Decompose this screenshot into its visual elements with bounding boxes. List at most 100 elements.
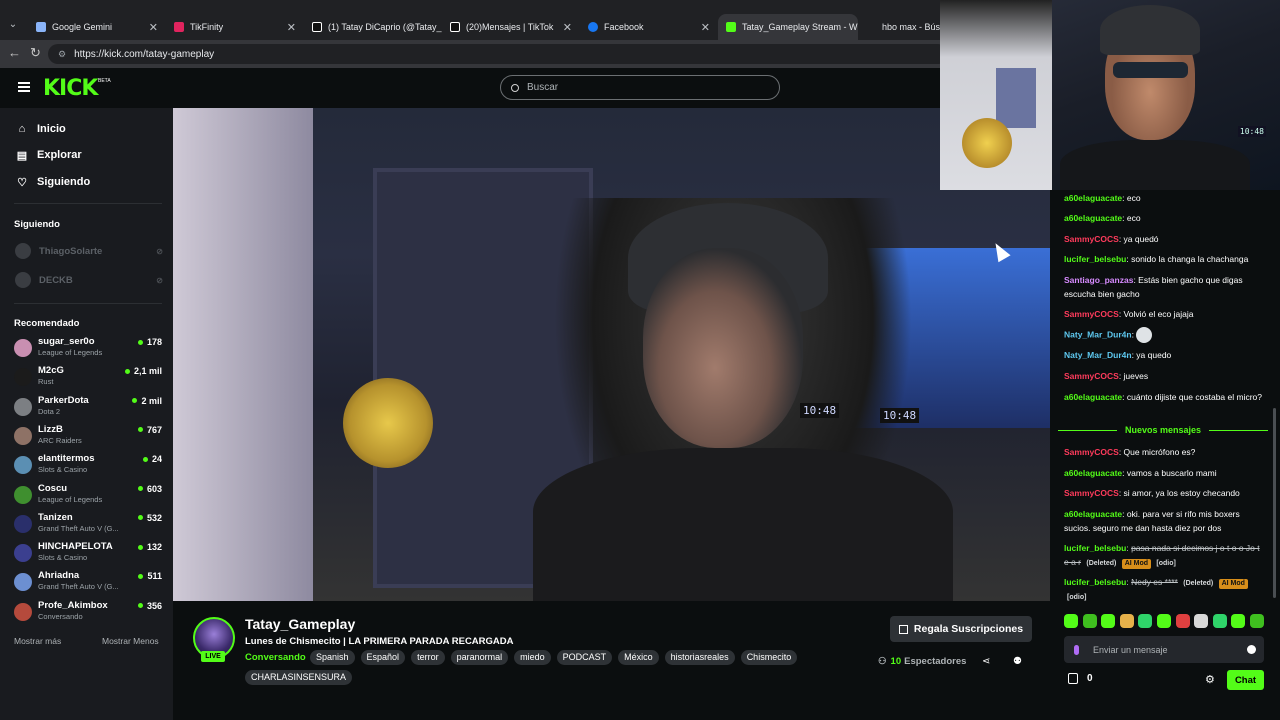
chat-username[interactable]: Naty_Mar_Dur4n bbox=[1064, 329, 1132, 339]
stream-tag[interactable]: historiasreales bbox=[664, 650, 735, 665]
stream-tag[interactable]: Spanish bbox=[310, 650, 355, 665]
tab-label: TikFinity bbox=[190, 22, 224, 32]
emote-icon[interactable] bbox=[1156, 614, 1171, 628]
recommended-item[interactable]: Profe_Akimbox Conversando 356 bbox=[14, 600, 162, 624]
recommended-item[interactable]: Ahriadna Grand Theft Auto V (G... 511 bbox=[14, 570, 162, 594]
recommended-item[interactable]: elantitermos Slots & Casino 24 bbox=[14, 453, 162, 477]
recommended-item[interactable]: sugar_ser0o League of Legends 178 bbox=[14, 336, 162, 360]
emote-icon[interactable] bbox=[1119, 614, 1134, 628]
tab-tikfinity[interactable]: TikFinity ✕ bbox=[166, 14, 304, 40]
kick-logo[interactable]: KICK bbox=[43, 76, 98, 101]
channel-points[interactable]: 0 bbox=[1068, 673, 1093, 684]
recommended-item[interactable]: ParkerDota Dota 2 2 mil bbox=[14, 395, 162, 419]
close-icon[interactable]: ✕ bbox=[695, 21, 710, 34]
show-less-link[interactable]: Mostrar Menos bbox=[102, 636, 159, 646]
emote-icon[interactable] bbox=[1249, 614, 1264, 628]
following-item[interactable]: ThiagoSolarte ⊘ bbox=[15, 243, 163, 259]
close-icon[interactable]: ✕ bbox=[143, 21, 158, 34]
recommended-item[interactable]: HINCHAPELOTA Slots & Casino 132 bbox=[14, 541, 162, 565]
stream-tag[interactable]: CHARLASINSENSURA bbox=[245, 670, 353, 685]
chat-username[interactable]: Naty_Mar_Dur4n bbox=[1064, 350, 1132, 360]
share-icon[interactable]: ⋖ bbox=[982, 656, 990, 667]
tab-hbo-search[interactable]: hbo max - Búsque bbox=[858, 14, 942, 40]
chat-username[interactable]: SammyCOCS bbox=[1064, 447, 1119, 457]
stream-tag[interactable]: terror bbox=[411, 650, 445, 665]
chat-username[interactable]: lucifer_belsebu bbox=[1064, 543, 1126, 553]
sidebar-item-explorar[interactable]: ▤ Explorar bbox=[16, 147, 82, 163]
chat-scrollbar[interactable] bbox=[1273, 408, 1276, 598]
site-info-icon[interactable]: ⚙ bbox=[58, 49, 66, 60]
chat-settings-icon[interactable]: ⚙ bbox=[1205, 673, 1215, 686]
emote-icon[interactable] bbox=[1101, 614, 1116, 628]
chat-username[interactable]: SammyCOCS bbox=[1064, 371, 1119, 381]
emote-icon[interactable] bbox=[1175, 614, 1190, 628]
close-icon[interactable]: ✕ bbox=[557, 21, 572, 34]
tab-label: (20)Mensajes | TikTok bbox=[466, 22, 554, 32]
video-streamer-face bbox=[643, 248, 803, 448]
chat-username[interactable]: SammyCOCS bbox=[1064, 309, 1119, 319]
stream-tag[interactable]: miedo bbox=[514, 650, 551, 665]
chat-send-button[interactable]: Chat bbox=[1227, 670, 1264, 690]
search-input[interactable]: Buscar bbox=[500, 75, 780, 100]
tab-google-gemini[interactable]: Google Gemini ✕ bbox=[28, 14, 166, 40]
microphone-icon[interactable] bbox=[1074, 644, 1079, 655]
channel-name[interactable]: Tatay_Gameplay bbox=[245, 616, 355, 632]
chat-username[interactable]: Santiago_panzas bbox=[1064, 275, 1133, 285]
emote-icon[interactable] bbox=[1138, 614, 1153, 628]
sidebar-item-siguiendo[interactable]: ♡ Siguiendo bbox=[16, 174, 90, 190]
recommended-item[interactable]: LizzB ARC Raiders 767 bbox=[14, 424, 162, 448]
url-field[interactable]: ⚙ https://kick.com/tatay-gameplay bbox=[48, 44, 948, 64]
follow-user-icon[interactable]: ⚉ bbox=[1013, 656, 1022, 667]
emote-icon[interactable] bbox=[1082, 614, 1097, 628]
chat-username[interactable]: SammyCOCS bbox=[1064, 234, 1119, 244]
stream-tag[interactable]: PODCAST bbox=[556, 650, 613, 665]
chat-username[interactable]: a60elaguacate bbox=[1064, 509, 1122, 519]
tab-kick-stream[interactable]: Tatay_Gameplay Stream - W ✕ bbox=[718, 14, 858, 40]
tab-tiktok[interactable]: (20)Mensajes | TikTok ✕ bbox=[442, 14, 580, 40]
stream-tag[interactable]: paranormal bbox=[450, 650, 509, 665]
stream-tag[interactable]: Español bbox=[360, 650, 406, 665]
recommended-item[interactable]: M2cG Rust 2,1 mil bbox=[14, 365, 162, 389]
chat-username[interactable]: a60elaguacate bbox=[1064, 213, 1122, 223]
tab-facebook[interactable]: Facebook ✕ bbox=[580, 14, 718, 40]
webcam-poster bbox=[996, 68, 1036, 128]
chat-username[interactable]: lucifer_belsebu bbox=[1064, 577, 1126, 587]
chat-username[interactable]: a60elaguacate bbox=[1064, 392, 1122, 402]
show-more-link[interactable]: Mostrar más bbox=[14, 636, 61, 646]
chat-message: SammyCOCS: jueves bbox=[1064, 371, 1149, 381]
recommended-item[interactable]: Tanizen Grand Theft Auto V (G... 532 bbox=[14, 512, 162, 536]
chat-input[interactable]: Enviar un mensaje bbox=[1064, 636, 1264, 663]
search-icon bbox=[511, 83, 519, 92]
sidebar-item-inicio[interactable]: ⌂ Inicio bbox=[16, 121, 66, 137]
menu-icon[interactable] bbox=[18, 82, 30, 92]
emote-icon[interactable] bbox=[1194, 614, 1209, 628]
recommended-name: Coscu bbox=[38, 482, 68, 494]
recommended-game: League of Legends bbox=[38, 494, 103, 504]
recommended-item[interactable]: Coscu League of Legends 603 bbox=[14, 483, 162, 507]
recommended-name: ParkerDota bbox=[38, 394, 89, 406]
nav-label: Siguiendo bbox=[37, 176, 91, 188]
chat-username[interactable]: a60elaguacate bbox=[1064, 193, 1122, 203]
stream-tag[interactable]: México bbox=[618, 650, 659, 665]
back-icon[interactable]: ← bbox=[8, 45, 21, 60]
chat-username[interactable]: a60elaguacate bbox=[1064, 468, 1122, 478]
tab-search-icon[interactable]: ⌄ bbox=[6, 19, 20, 33]
chat-username[interactable]: lucifer_belsebu bbox=[1064, 254, 1126, 264]
recommended-name: Profe_Akimbox bbox=[38, 599, 108, 611]
emote-icon[interactable] bbox=[1212, 614, 1227, 628]
reload-icon[interactable]: ↻ bbox=[30, 45, 41, 61]
recommended-viewers: 132 bbox=[137, 542, 162, 552]
emote-icon[interactable] bbox=[1064, 614, 1078, 628]
close-icon[interactable]: ✕ bbox=[281, 21, 296, 34]
emote-icon[interactable] bbox=[1231, 614, 1246, 628]
stream-category[interactable]: Conversando bbox=[245, 652, 306, 663]
gift-subs-label: Regala Suscripciones bbox=[913, 623, 1024, 635]
gift-subs-button[interactable]: Regala Suscripciones bbox=[890, 616, 1032, 642]
following-item[interactable]: DECKB ⊘ bbox=[15, 272, 163, 288]
emoji-picker-icon[interactable] bbox=[1247, 645, 1256, 654]
tab-x-twitter[interactable]: (1) Tatay DiCaprio (@Tatay_D ✕ bbox=[304, 14, 442, 40]
video-player[interactable]: 10:48 10:48 bbox=[173, 108, 1050, 601]
kick-icon bbox=[726, 22, 736, 32]
chat-username[interactable]: SammyCOCS bbox=[1064, 488, 1119, 498]
stream-tag[interactable]: Chismecito bbox=[740, 650, 798, 665]
